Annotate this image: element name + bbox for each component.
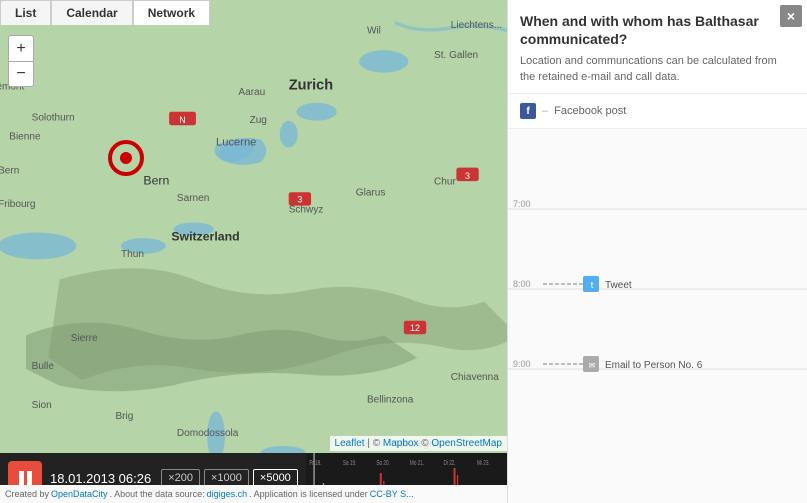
facebook-share-button[interactable]: f – Facebook post bbox=[520, 100, 795, 122]
svg-text:3: 3 bbox=[465, 171, 470, 181]
svg-text:Bern: Bern bbox=[143, 173, 169, 187]
svg-text:Bienne: Bienne bbox=[9, 132, 41, 143]
zoom-out-button[interactable]: − bbox=[8, 61, 34, 87]
digiges-link[interactable]: digiges.ch bbox=[207, 489, 248, 499]
svg-text:Thun: Thun bbox=[121, 249, 144, 260]
footer-about: . About the data source: bbox=[110, 489, 205, 499]
svg-text:Sa 19.: Sa 19. bbox=[343, 460, 357, 467]
svg-text:St. Gallen: St. Gallen bbox=[434, 50, 478, 61]
share-section: f – Facebook post bbox=[508, 94, 807, 129]
pause-bar-right bbox=[27, 471, 32, 485]
facebook-icon: f bbox=[520, 103, 536, 119]
svg-text:Sarnen: Sarnen bbox=[177, 193, 209, 204]
map-attribution: Leaflet | © Mapbox © OpenStreetMap bbox=[330, 436, 507, 451]
svg-text:Switzerland: Switzerland bbox=[171, 229, 239, 243]
svg-text:Sierre: Sierre bbox=[71, 333, 98, 344]
svg-text:Chiavenna: Chiavenna bbox=[451, 372, 499, 383]
svg-text:Chur: Chur bbox=[434, 176, 456, 187]
panel-header: When and with whom has Balthasar communi… bbox=[508, 0, 807, 94]
share-divider: – bbox=[542, 105, 548, 117]
svg-text:Fr 18.: Fr 18. bbox=[309, 460, 321, 467]
osm-link[interactable]: OpenStreetMap bbox=[431, 438, 502, 449]
svg-text:Di 22.: Di 22. bbox=[443, 460, 455, 467]
pause-bar-left bbox=[19, 471, 24, 485]
svg-text:Zug: Zug bbox=[250, 115, 267, 126]
svg-text:N: N bbox=[179, 115, 185, 125]
tab-calendar[interactable]: Calendar bbox=[51, 0, 132, 25]
svg-text:Solothurn: Solothurn bbox=[32, 113, 75, 124]
marker-outer bbox=[108, 140, 144, 176]
mapbox-link[interactable]: Mapbox bbox=[383, 438, 419, 449]
svg-text:Mo 21.: Mo 21. bbox=[410, 460, 425, 467]
pause-icon bbox=[19, 471, 32, 485]
svg-text:Schwyz: Schwyz bbox=[289, 204, 324, 215]
cc-link[interactable]: CC-BY S... bbox=[370, 489, 414, 499]
svg-text:Domodossola: Domodossola bbox=[177, 428, 239, 439]
svg-text:Sion: Sion bbox=[32, 400, 52, 411]
svg-text:Aarau: Aarau bbox=[238, 87, 265, 98]
svg-text:Tweet: Tweet bbox=[605, 280, 632, 291]
footer-text: Created by bbox=[5, 489, 49, 499]
svg-text:Bern: Bern bbox=[0, 165, 19, 176]
right-panel: × When and with whom has Balthasar commu… bbox=[507, 0, 807, 503]
svg-text:8:00: 8:00 bbox=[513, 279, 531, 289]
panel-chart-area: 7:00 8:00 9:00 t Tweet ✉ Email to Person… bbox=[508, 129, 807, 503]
tab-network[interactable]: Network bbox=[133, 0, 210, 25]
svg-text:So 20.: So 20. bbox=[376, 460, 390, 467]
location-marker bbox=[108, 140, 144, 176]
svg-text:Email to Person No. 6: Email to Person No. 6 bbox=[605, 360, 703, 371]
svg-text:Liechtens...: Liechtens... bbox=[451, 20, 502, 31]
zoom-controls: + − bbox=[8, 35, 34, 87]
svg-text:Wil: Wil bbox=[367, 26, 381, 37]
footer-attribution: Created by OpenDataCity . About the data… bbox=[0, 485, 507, 503]
svg-text:3: 3 bbox=[297, 194, 302, 204]
marker-inner bbox=[120, 152, 132, 164]
panel-chart-svg: 7:00 8:00 9:00 t Tweet ✉ Email to Person… bbox=[508, 129, 807, 503]
zoom-in-button[interactable]: + bbox=[8, 35, 34, 61]
tab-bar: List Calendar Network bbox=[0, 0, 210, 25]
svg-text:Bulle: Bulle bbox=[32, 361, 55, 372]
time-display: 18.01.2013 06:26 bbox=[50, 471, 151, 486]
panel-title: When and with whom has Balthasar communi… bbox=[520, 12, 777, 48]
map-area: List Calendar Network + − bbox=[0, 0, 507, 503]
tab-list[interactable]: List bbox=[0, 0, 51, 25]
svg-text:Fribourg: Fribourg bbox=[0, 199, 36, 210]
panel-subtitle: Location and communcations can be calcul… bbox=[520, 54, 777, 85]
opendata-link[interactable]: OpenDataCity bbox=[51, 489, 108, 499]
main-container: List Calendar Network + − bbox=[0, 0, 807, 503]
footer-license: . Application is licensed under bbox=[249, 489, 368, 499]
svg-text:Lucerne: Lucerne bbox=[216, 136, 256, 148]
svg-text:Mi 23.: Mi 23. bbox=[477, 460, 490, 467]
svg-text:Bellinzona: Bellinzona bbox=[367, 394, 414, 405]
svg-text:9:00: 9:00 bbox=[513, 359, 531, 369]
svg-text:7:00: 7:00 bbox=[513, 199, 531, 209]
map-svg: Zurich Switzerland Bern Lucerne Schwyz G… bbox=[0, 0, 507, 503]
svg-text:12: 12 bbox=[410, 323, 420, 333]
svg-text:Brig: Brig bbox=[115, 411, 133, 422]
leaflet-link[interactable]: Leaflet bbox=[335, 438, 365, 449]
svg-text:Zurich: Zurich bbox=[289, 77, 333, 93]
svg-text:Glarus: Glarus bbox=[356, 188, 386, 199]
close-button[interactable]: × bbox=[780, 5, 802, 27]
facebook-label: Facebook post bbox=[554, 105, 626, 117]
svg-text:✉: ✉ bbox=[589, 361, 596, 370]
